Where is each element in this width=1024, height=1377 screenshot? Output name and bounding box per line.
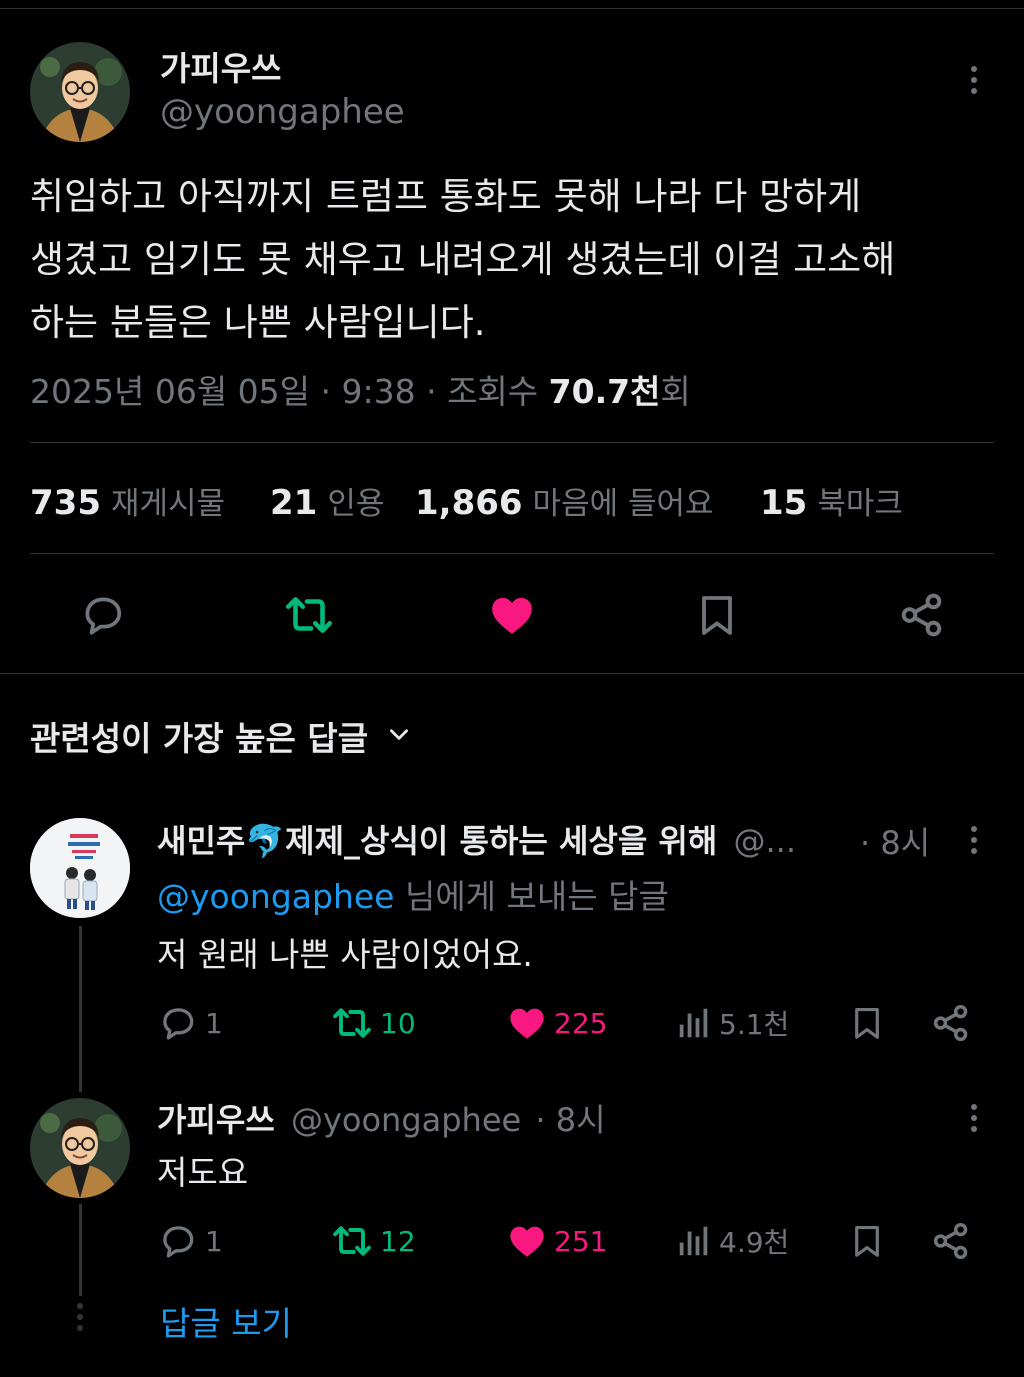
views-button[interactable]: 5.1천 bbox=[675, 1002, 789, 1044]
retweet-icon[interactable] bbox=[282, 590, 336, 644]
thread-line bbox=[79, 1204, 82, 1296]
reply-icon[interactable] bbox=[78, 590, 128, 644]
more-options-icon[interactable] bbox=[970, 66, 978, 96]
replies-sort-dropdown[interactable]: 관련성이 가장 높은 답글 bbox=[30, 712, 412, 760]
reply-button[interactable]: 1 bbox=[157, 1220, 223, 1262]
quotes-label: 인용 bbox=[327, 486, 385, 522]
like-icon bbox=[510, 1008, 544, 1039]
reply-icon bbox=[163, 1226, 194, 1258]
replies-sort-label: 관련성이 가장 높은 답글 bbox=[30, 719, 369, 758]
reply-icon bbox=[163, 1008, 194, 1040]
like-button[interactable]: 251 bbox=[506, 1220, 607, 1262]
author-name[interactable]: 가피우쓰 bbox=[157, 1101, 275, 1139]
likes-stat[interactable]: 1,866 마음에 들어요 bbox=[415, 478, 714, 523]
retweet-button[interactable]: 10 bbox=[330, 1002, 416, 1044]
like-icon[interactable] bbox=[487, 590, 537, 644]
likes-count: 1,866 bbox=[415, 483, 523, 523]
quotes-count: 21 bbox=[270, 483, 318, 523]
bookmarks-count: 15 bbox=[760, 483, 808, 523]
chevron-down-icon bbox=[386, 721, 412, 751]
more-options-icon[interactable] bbox=[970, 826, 978, 856]
tweet-text-line: 생겼고 임기도 못 채우고 내려오게 생겼는데 이걸 고소해 bbox=[30, 238, 896, 281]
thread-line bbox=[79, 926, 82, 1092]
replying-to-link[interactable]: @yoongaphee bbox=[157, 877, 394, 916]
reply-header: 새민주🐬제제_상식이 통하는 세상을 위해 @... bbox=[157, 816, 796, 862]
like-button[interactable]: 225 bbox=[506, 1002, 607, 1044]
show-replies-link[interactable]: 답글 보기 bbox=[160, 1297, 292, 1345]
tweet-text: 취임하고 아직까지 트럼프 통화도 못해 나라 다 망하게 생겼고 임기도 못 … bbox=[30, 165, 990, 354]
retweets-stat[interactable]: 735 재게시물 bbox=[30, 478, 225, 523]
view-suffix: 회 bbox=[660, 372, 691, 411]
bookmark-icon[interactable] bbox=[848, 1002, 886, 1048]
thread-dots bbox=[77, 1303, 85, 1331]
replying-to: @yoongaphee 님에게 보내는 답글 bbox=[157, 870, 669, 918]
share-icon[interactable] bbox=[897, 590, 947, 644]
view-count: 70.7천 bbox=[548, 372, 661, 411]
author-handle[interactable]: @yoongaphee bbox=[160, 92, 405, 132]
tweet-meta: 2025년 06월 05일 · 9:38 · 조회수 70.7천회 bbox=[30, 365, 691, 413]
like-icon bbox=[510, 1226, 544, 1257]
author-name[interactable]: 가피우쓰 bbox=[160, 42, 281, 90]
bookmarks-label: 북마크 bbox=[817, 486, 903, 522]
top-border bbox=[0, 8, 1024, 9]
bookmark-icon[interactable] bbox=[848, 1220, 886, 1266]
reply-count: 1 bbox=[205, 1224, 223, 1258]
quotes-stat[interactable]: 21 인용 bbox=[270, 478, 384, 523]
author-name[interactable]: 새민주🐬제제_상식이 통하는 세상을 위해 bbox=[157, 822, 717, 860]
retweet-button[interactable]: 12 bbox=[330, 1220, 416, 1262]
reply-header: 가피우쓰 @yoongaphee · 8시 bbox=[157, 1095, 606, 1141]
retweet-icon bbox=[333, 1008, 371, 1038]
tweet-text-line: 하는 분들은 나쁜 사람입니다. bbox=[30, 301, 486, 344]
avatar[interactable] bbox=[30, 1098, 130, 1198]
view-count: 4.9천 bbox=[719, 1226, 790, 1259]
retweet-icon bbox=[333, 1226, 371, 1256]
share-icon[interactable] bbox=[930, 1002, 972, 1048]
view-count: 5.1천 bbox=[719, 1008, 790, 1041]
tweet-text-line: 취임하고 아직까지 트럼프 통화도 못해 나라 다 망하게 bbox=[30, 175, 862, 218]
likes-label: 마음에 들어요 bbox=[532, 486, 714, 522]
reply-button[interactable]: 1 bbox=[157, 1002, 223, 1044]
views-button[interactable]: 4.9천 bbox=[675, 1220, 789, 1262]
author-handle[interactable]: @yoongaphee bbox=[291, 1101, 521, 1139]
divider bbox=[30, 553, 994, 554]
reply-time[interactable]: · 8시 bbox=[860, 818, 930, 864]
divider bbox=[0, 673, 1024, 674]
reply-count: 1 bbox=[205, 1006, 223, 1040]
like-count: 251 bbox=[554, 1224, 608, 1258]
replying-to-suffix: 님에게 보내는 답글 bbox=[394, 877, 669, 916]
bookmark-icon[interactable] bbox=[693, 590, 741, 644]
avatar[interactable] bbox=[30, 42, 130, 142]
retweets-count: 735 bbox=[30, 483, 101, 523]
more-options-icon[interactable] bbox=[970, 1104, 978, 1134]
retweet-count: 12 bbox=[380, 1224, 416, 1258]
like-count: 225 bbox=[554, 1006, 608, 1040]
bookmarks-stat[interactable]: 15 북마크 bbox=[760, 478, 903, 523]
tweet-timestamp[interactable]: 2025년 06월 05일 · 9:38 · 조회수 bbox=[30, 372, 549, 411]
author-handle[interactable]: @... bbox=[733, 822, 796, 860]
divider bbox=[30, 442, 994, 443]
retweet-count: 10 bbox=[380, 1006, 416, 1040]
share-icon[interactable] bbox=[930, 1220, 972, 1266]
retweets-label: 재게시물 bbox=[110, 486, 226, 522]
views-icon bbox=[679, 1008, 708, 1038]
reply-text: 저도요 bbox=[157, 1153, 249, 1192]
reply-time[interactable]: · 8시 bbox=[535, 1101, 605, 1139]
reply-text: 저 원래 나쁜 사람이었어요. bbox=[157, 935, 533, 974]
views-icon bbox=[679, 1226, 708, 1256]
avatar[interactable] bbox=[30, 818, 130, 918]
